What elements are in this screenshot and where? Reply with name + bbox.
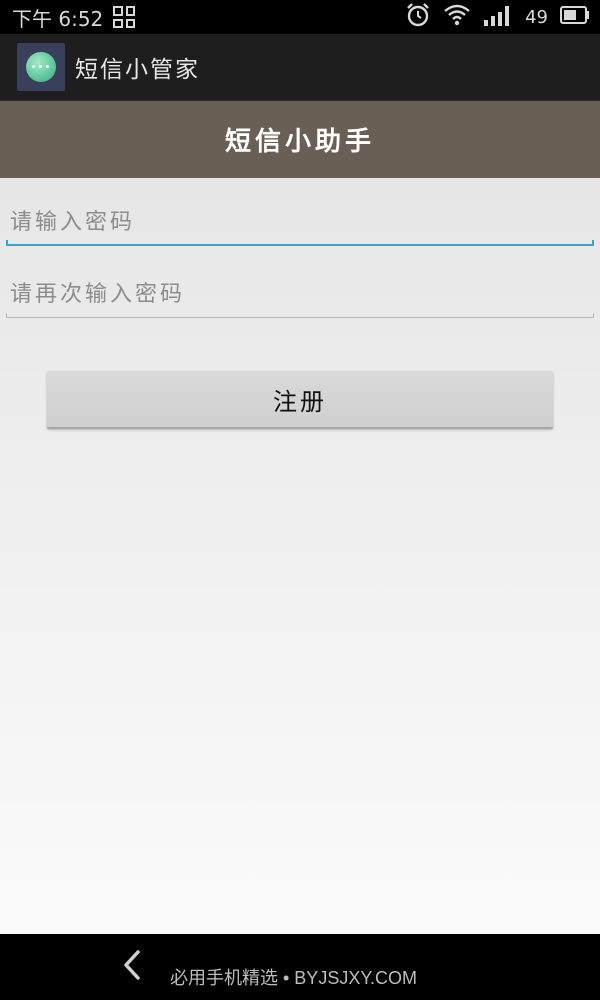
- status-bar: 下午 6:52 49: [0, 0, 600, 34]
- password-input[interactable]: [6, 200, 594, 246]
- chat-bubble-icon[interactable]: •••: [17, 43, 65, 91]
- action-bar: ••• 短信小管家: [0, 34, 600, 101]
- battery-icon: [560, 5, 590, 29]
- app-icon-circle: •••: [26, 52, 56, 82]
- password-underline: [6, 240, 594, 246]
- watermark-text: 必用手机精选 • BYJSJXY.COM: [170, 968, 418, 988]
- status-left: 下午 6:52: [12, 3, 136, 32]
- grid-icon: [113, 6, 136, 28]
- confirm-password-input[interactable]: [6, 272, 594, 318]
- alarm-icon: [405, 2, 431, 33]
- page-title: 短信小助手: [224, 127, 375, 157]
- confirm-password-underline: [6, 313, 594, 318]
- chevron-left-icon[interactable]: [118, 948, 148, 982]
- register-button[interactable]: 注册: [47, 371, 553, 429]
- page-header: 短信小助手: [0, 101, 600, 178]
- signal-icon: [483, 4, 513, 31]
- wifi-icon: [443, 3, 471, 32]
- password-field: [6, 200, 594, 246]
- navigation-bar: 必用手机精选 • BYJSJXY.COM: [0, 934, 600, 1000]
- status-time: 下午 6:52: [12, 6, 104, 31]
- confirm-password-field: [6, 272, 594, 318]
- main-content: 注册: [0, 178, 600, 934]
- app-title: 短信小管家: [75, 57, 200, 83]
- battery-level: 49: [525, 6, 548, 28]
- status-right: 49: [405, 2, 590, 33]
